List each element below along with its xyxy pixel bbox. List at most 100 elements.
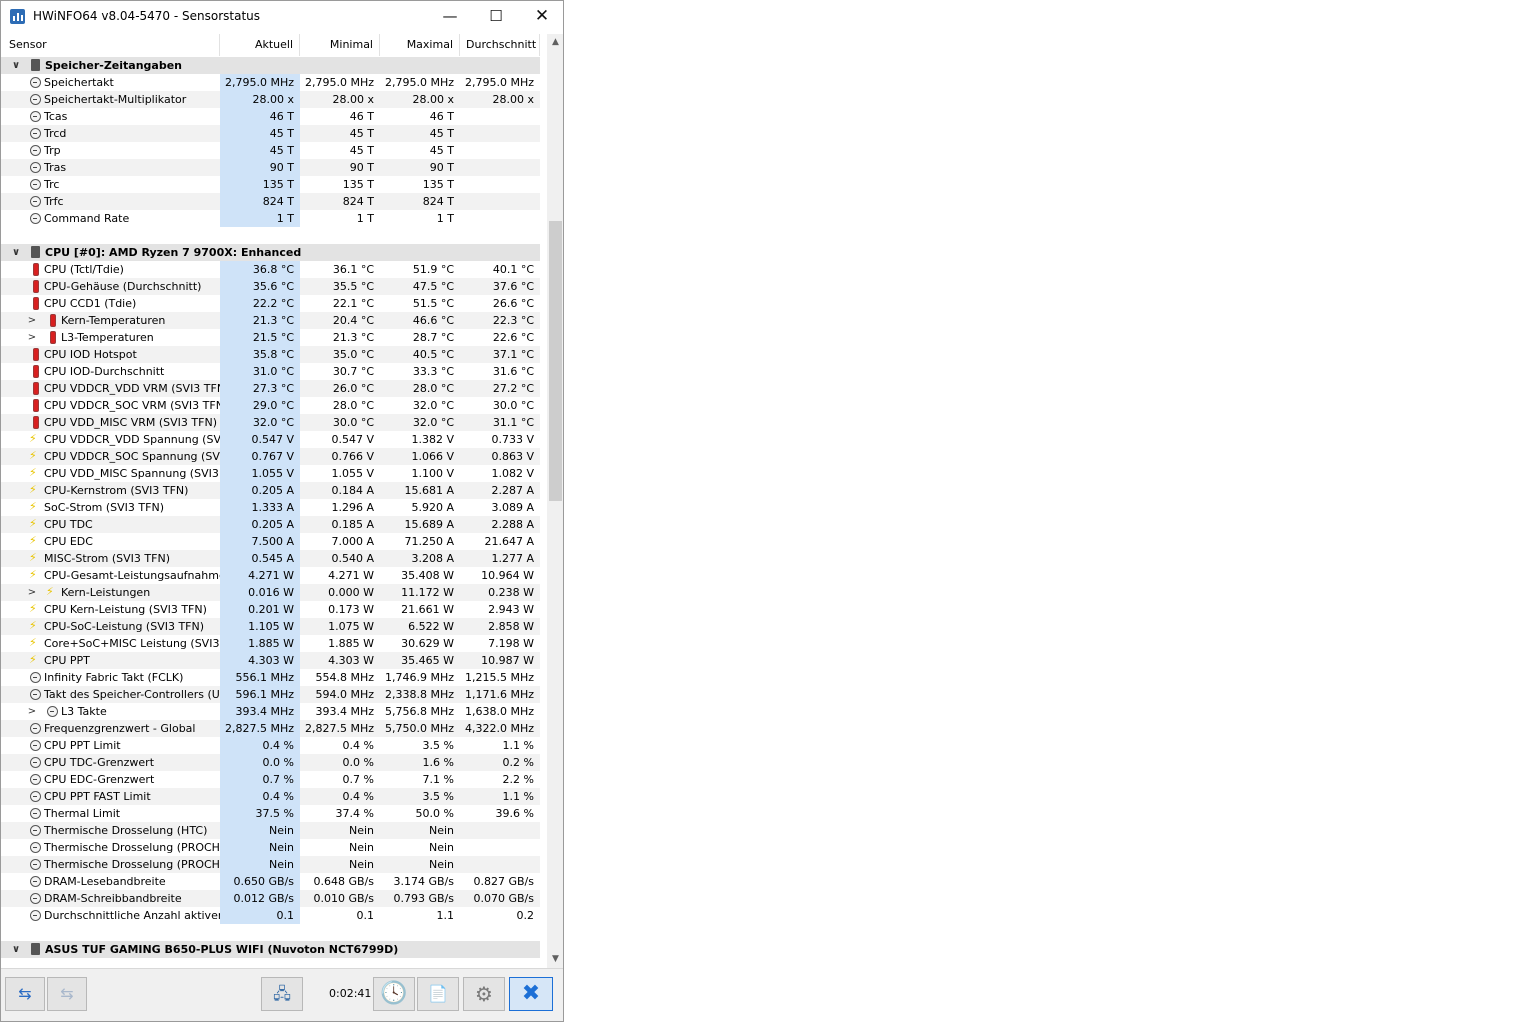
sensor-label: Tcas bbox=[44, 110, 68, 123]
sensor-row[interactable]: CPU VDD_MISC VRM (SVI3 TFN) 32.0 °C 30.0 °… bbox=[1, 414, 540, 431]
sensor-row[interactable]: Command Rate 1 T 1 T 1 T bbox=[1, 210, 540, 227]
collapse-chevron-icon[interactable]: ∨ bbox=[11, 57, 21, 74]
sensor-row[interactable]: DRAM-Lesebandbreite 0.650 GB/s 0.648 GB/s 3… bbox=[1, 873, 540, 890]
sensor-row[interactable]: Thermische Drosselung (PROCHO... Nein Nein… bbox=[1, 856, 540, 873]
sensor-row[interactable]: CPU IOD-Durchschnitt 31.0 °C 30.7 °C 33.3 °… bbox=[1, 363, 540, 380]
column-header-minimum[interactable]: Minimal bbox=[300, 34, 380, 56]
network-button[interactable]: 🖧 bbox=[261, 977, 303, 1011]
sensor-group-row[interactable]: ∨ ASUS TUF GAMING B650-PLUS WIFI (Nuvoton… bbox=[1, 941, 540, 958]
close-sensors-button[interactable]: ✖ bbox=[509, 977, 553, 1011]
settings-button[interactable]: ⚙ bbox=[463, 977, 505, 1011]
sensor-row[interactable]: Trp 45 T 45 T 45 T bbox=[1, 142, 540, 159]
sensor-row[interactable]: CPU IOD Hotspot 35.8 °C 35.0 °C 40.5 °C 37.1… bbox=[1, 346, 540, 363]
sensor-row[interactable]: SoC-Strom (SVI3 TFN) 1.333 A 1.296 A 5.920 … bbox=[1, 499, 540, 516]
sensor-row[interactable]: Core+SoC+MISC Leistung (SVI3 ...1.885 W1… bbox=[1, 635, 540, 652]
value-current: Nein bbox=[220, 822, 300, 839]
expand-chevron-icon[interactable]: > bbox=[27, 312, 37, 329]
expand-chevron-icon[interactable]: > bbox=[27, 584, 37, 601]
sensor-row[interactable]: Infinity Fabric Takt (FCLK) 556.1 MHz 554.… bbox=[1, 669, 540, 686]
sensor-row[interactable]: Trcd 45 T 45 T 45 T bbox=[1, 125, 540, 142]
sensor-group-row[interactable]: ∨ CPU [#0]: AMD Ryzen 7 9700X: Enhanced bbox=[1, 244, 540, 261]
sensor-row[interactable]: CPU CCD1 (Tdie) 22.2 °C 22.1 °C 51.5 °C 26.6… bbox=[1, 295, 540, 312]
value-minimum: 0.184 A bbox=[331, 484, 374, 497]
value-current: 21.3 °C bbox=[220, 312, 300, 329]
thermometer-icon bbox=[33, 297, 39, 310]
sensor-name-cell: > L3-Temperaturen bbox=[1, 329, 220, 346]
sensor-row[interactable]: Trfc 824 T 824 T 824 T bbox=[1, 193, 540, 210]
value-minimum: 0.185 A bbox=[331, 518, 374, 531]
sensor-label: Thermische Drosselung (HTC) bbox=[44, 824, 208, 837]
sensor-row[interactable]: > Kern-Temperaturen 21.3 °C 20.4 °C 46.6 °C 2… bbox=[1, 312, 540, 329]
sensor-row[interactable]: Tras 90 T 90 T 90 T bbox=[1, 159, 540, 176]
sensor-name-cell: CPU-SoC-Leistung (SVI3 TFN) bbox=[1, 618, 220, 635]
reset-timer-button[interactable]: 🕓 bbox=[373, 977, 415, 1011]
sensor-row[interactable]: Frequenzgrenzwert - Global 2,827.5 MHz 2,8… bbox=[1, 720, 540, 737]
logging-button[interactable]: 📄 bbox=[417, 977, 459, 1011]
value-average: 0.2 bbox=[516, 909, 535, 922]
sensor-row[interactable]: CPU PPT 4.303 W 4.303 W 35.465 W 10.987 W bbox=[1, 652, 540, 669]
column-header-average[interactable]: Durchschnitt bbox=[460, 34, 540, 56]
sensor-row[interactable]: Speichertakt 2,795.0 MHz 2,795.0 MHz 2,795.… bbox=[1, 74, 540, 91]
close-button[interactable]: ✕ bbox=[519, 1, 563, 32]
sensor-row[interactable]: Speichertakt-Multiplikator 28.00 x 28.00 x… bbox=[1, 91, 540, 108]
value-average: 0.827 GB/s bbox=[473, 875, 535, 888]
sensor-row[interactable]: CPU TDC 0.205 A 0.185 A 15.689 A 2.288 A bbox=[1, 516, 540, 533]
sensor-row[interactable]: CPU TDC-Grenzwert 0.0 % 0.0 % 1.6 % 0.2 % bbox=[1, 754, 540, 771]
scrollbar-thumb[interactable] bbox=[549, 221, 562, 501]
sensor-row[interactable]: Durchschnittliche Anzahl aktiver K...0.1… bbox=[1, 907, 540, 924]
sensor-row[interactable]: CPU PPT FAST Limit 0.4 % 0.4 % 3.5 % 1.1 % bbox=[1, 788, 540, 805]
sensor-row[interactable]: MISC-Strom (SVI3 TFN) 0.545 A 0.540 A 3.208… bbox=[1, 550, 540, 567]
value-maximum: 45 T bbox=[429, 144, 454, 157]
column-header-sensor[interactable]: Sensor bbox=[1, 34, 220, 56]
value-maximum: 5.920 A bbox=[411, 501, 454, 514]
sensor-row[interactable]: Thermal Limit 37.5 % 37.4 % 50.0 % 39.6 % bbox=[1, 805, 540, 822]
sensor-row[interactable]: CPU-Gehäuse (Durchschnitt) 35.6 °C 35.5 °C… bbox=[1, 278, 540, 295]
sensor-group-row[interactable]: ∨ Speicher-Zeitangaben bbox=[1, 57, 540, 74]
collapse-chevron-icon[interactable]: ∨ bbox=[11, 244, 21, 261]
column-header-maximum[interactable]: Maximal bbox=[380, 34, 460, 56]
value-minimum: 2,795.0 MHz bbox=[304, 76, 374, 89]
sensor-row[interactable]: > L3-Temperaturen 21.5 °C 21.3 °C 28.7 °C 22.… bbox=[1, 329, 540, 346]
sensor-row[interactable]: > Kern-Leistungen 0.016 W 0.000 W 11.172 W 0.… bbox=[1, 584, 540, 601]
maximize-button[interactable]: ☐ bbox=[473, 1, 519, 32]
sensor-row[interactable]: CPU EDC 7.500 A 7.000 A 71.250 A 21.647 A bbox=[1, 533, 540, 550]
sensor-row[interactable]: CPU PPT Limit 0.4 % 0.4 % 3.5 % 1.1 % bbox=[1, 737, 540, 754]
sensor-row[interactable]: CPU VDD_MISC Spannung (SVI3 ...1.055 V1.… bbox=[1, 465, 540, 482]
sensor-row[interactable]: CPU-Gesamt-Leistungsaufnahme4.271 W4.271… bbox=[1, 567, 540, 584]
value-average: 30.0 °C bbox=[492, 399, 534, 412]
sensor-row[interactable]: CPU VDDCR_SOC VRM (SVI3 TFN) 29.0 °C 28.0 … bbox=[1, 397, 540, 414]
title-bar[interactable]: HWiNFO64 v8.04-5470 - Sensorstatus — ☐ ✕ bbox=[1, 1, 563, 32]
sensor-row[interactable]: Trc 135 T 135 T 135 T bbox=[1, 176, 540, 193]
sensor-label: Trc bbox=[44, 178, 60, 191]
sensor-row[interactable]: DRAM-Schreibbandbreite 0.012 GB/s 0.010 GB… bbox=[1, 890, 540, 907]
collapse-chevron-icon[interactable]: ∨ bbox=[11, 941, 21, 958]
sensor-row[interactable]: CPU-Kernstrom (SVI3 TFN) 0.205 A 0.184 A 15… bbox=[1, 482, 540, 499]
navigate-arrows-button[interactable]: ⇆ bbox=[5, 977, 45, 1011]
sensor-row[interactable]: > L3 Takte 393.4 MHz 393.4 MHz 5,756.8 MHz 1,… bbox=[1, 703, 540, 720]
sensor-row[interactable]: Thermische Drosselung (PROCHO... Nein Nein… bbox=[1, 839, 540, 856]
clock-icon bbox=[30, 128, 41, 139]
scroll-down-arrow-icon[interactable]: ▼ bbox=[547, 951, 563, 968]
navigate-arrows-disabled-button[interactable]: ⇆ bbox=[47, 977, 87, 1011]
expand-chevron-icon[interactable]: > bbox=[27, 329, 37, 346]
column-header-current[interactable]: Aktuell bbox=[220, 34, 300, 56]
sensor-row[interactable]: CPU VDDCR_VDD VRM (SVI3 TFN) 27.3 °C 26.0 … bbox=[1, 380, 540, 397]
sensor-row[interactable]: CPU EDC-Grenzwert 0.7 % 0.7 % 7.1 % 2.2 % bbox=[1, 771, 540, 788]
vertical-scrollbar[interactable]: ▲ ▼ bbox=[547, 34, 563, 968]
value-average bbox=[460, 839, 540, 856]
sensor-list[interactable]: ∨ Speicher-Zeitangaben Speichertakt 2,795.0… bbox=[1, 57, 540, 968]
sensor-row[interactable]: CPU (Tctl/Tdie) 36.8 °C 36.1 °C 51.9 °C 40.1… bbox=[1, 261, 540, 278]
minimize-button[interactable]: — bbox=[427, 1, 473, 32]
sensor-row[interactable]: CPU VDDCR_VDD Spannung (SVI...0.547 V0.5… bbox=[1, 431, 540, 448]
sensor-row[interactable]: Takt des Speicher-Controllers (U... 596.1… bbox=[1, 686, 540, 703]
sensor-row[interactable]: CPU VDDCR_SOC Spannung (SVI...0.767 V 0.7… bbox=[1, 448, 540, 465]
scroll-up-arrow-icon[interactable]: ▲ bbox=[547, 34, 563, 51]
sensor-row[interactable]: Thermische Drosselung (HTC) Nein Nein Nein bbox=[1, 822, 540, 839]
value-minimum: 0.7 % bbox=[342, 773, 374, 786]
clock-icon: 🕓 bbox=[380, 981, 408, 1006]
sensor-row[interactable]: CPU-SoC-Leistung (SVI3 TFN) 1.105 W 1.075 … bbox=[1, 618, 540, 635]
sensor-row[interactable]: CPU Kern-Leistung (SVI3 TFN) 0.201 W 0.173… bbox=[1, 601, 540, 618]
sensor-row[interactable]: Tcas 46 T 46 T 46 T bbox=[1, 108, 540, 125]
expand-chevron-icon[interactable]: > bbox=[27, 703, 37, 720]
value-average: 0.2 % bbox=[502, 756, 534, 769]
